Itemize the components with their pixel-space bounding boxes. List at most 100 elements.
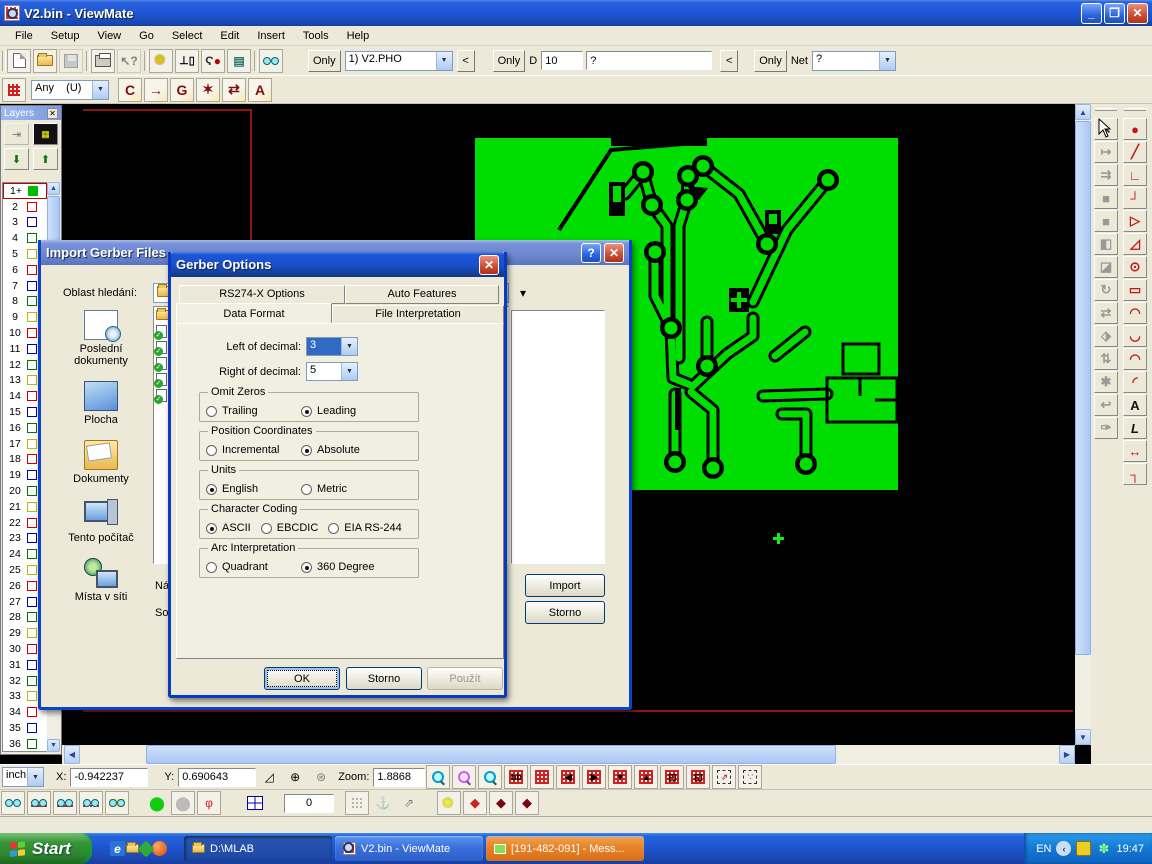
left-of-decimal-combo[interactable]: 3 ▼ bbox=[306, 337, 358, 356]
gerber-dialog-titlebar[interactable]: Gerber Options ✕ bbox=[171, 252, 504, 277]
flash-view-button[interactable]: ✺ bbox=[149, 49, 173, 73]
tool-button-left-11[interactable]: ✱ bbox=[1094, 371, 1118, 393]
menu-item-view[interactable]: View bbox=[88, 28, 130, 44]
gerber-icon-button[interactable]: G bbox=[170, 78, 194, 102]
quicklaunch-ie-icon[interactable]: e bbox=[110, 841, 125, 856]
grid-corner1-button[interactable]: ◰ bbox=[660, 765, 684, 789]
menu-item-file[interactable]: File bbox=[6, 28, 42, 44]
pan-left-button[interactable]: ◀ bbox=[556, 765, 580, 789]
chevron-down-icon[interactable]: ▼ bbox=[879, 52, 895, 70]
quicklaunch-green-icon[interactable] bbox=[138, 840, 155, 857]
anchor-button[interactable]: ⚓ bbox=[371, 791, 395, 815]
layer-row[interactable]: 36 bbox=[3, 736, 47, 752]
scroll-up-icon[interactable]: ▲ bbox=[47, 182, 60, 195]
radio-absolute[interactable]: Absolute bbox=[301, 444, 396, 456]
new-file-button[interactable] bbox=[7, 49, 31, 73]
minimize-button[interactable]: _ bbox=[1081, 3, 1102, 24]
draw-tool-button-11[interactable]: ◜ bbox=[1123, 371, 1147, 393]
right-of-decimal-combo[interactable]: 5 ▼ bbox=[306, 362, 358, 381]
highlight-on-button[interactable]: ⬤ bbox=[145, 791, 169, 815]
draw-tool-button-4[interactable]: ▷ bbox=[1123, 210, 1147, 232]
tray-collapse-icon[interactable]: ‹ bbox=[1056, 841, 1071, 856]
tab-data-format[interactable]: Data Format bbox=[176, 303, 332, 323]
probe-button[interactable]: ⊛ bbox=[309, 765, 333, 789]
chevron-down-icon[interactable]: ▼ bbox=[436, 52, 452, 70]
view-all-button[interactable] bbox=[1, 791, 25, 815]
text-icon-button[interactable]: A bbox=[248, 78, 272, 102]
pin-button[interactable]: φ bbox=[197, 791, 221, 815]
clamp-tool-button[interactable]: Ϛ● bbox=[201, 49, 225, 73]
tool-button-left-3[interactable]: ■ bbox=[1094, 187, 1118, 209]
grid-dcode-button[interactable]: bb bbox=[504, 765, 528, 789]
only-net-button[interactable]: Only bbox=[754, 50, 787, 72]
draw-tool-button-12[interactable]: A bbox=[1123, 394, 1147, 416]
filmstrip-button[interactable]: ▤ bbox=[227, 49, 251, 73]
tool-button-left-8[interactable]: ⇄ bbox=[1094, 302, 1118, 324]
chevron-down-icon[interactable]: ▼ bbox=[92, 81, 108, 99]
toolbox-grip[interactable] bbox=[1124, 108, 1146, 111]
context-help-button[interactable]: ↖? bbox=[117, 49, 141, 73]
radio-ebcdic[interactable]: EBCDIC bbox=[261, 522, 319, 534]
close-button[interactable]: ✕ bbox=[604, 243, 624, 263]
place-item-documents[interactable]: Dokumenty bbox=[53, 440, 149, 485]
radio-english[interactable]: English bbox=[206, 483, 301, 495]
chevron-down-icon[interactable]: ▼ bbox=[341, 363, 357, 380]
menu-item-go[interactable]: Go bbox=[130, 28, 163, 44]
crosshair-button[interactable]: ⊕ bbox=[283, 765, 307, 789]
swap-icon-button[interactable]: ⇄ bbox=[222, 78, 246, 102]
flash-mode-button[interactable]: ✺ bbox=[437, 791, 461, 815]
grid-dots-button[interactable] bbox=[345, 791, 369, 815]
place-item-my-computer[interactable]: Tento počítač bbox=[53, 499, 149, 544]
layer-down-button[interactable]: ⬇ bbox=[4, 148, 29, 170]
radio-quadrant[interactable]: Quadrant bbox=[206, 561, 301, 573]
menu-item-setup[interactable]: Setup bbox=[42, 28, 89, 44]
apply-button[interactable]: Použít bbox=[427, 667, 503, 690]
zoom-field[interactable]: 1.8868 bbox=[373, 768, 425, 787]
taskbar-task-0[interactable]: D:\MLAB bbox=[184, 836, 332, 861]
tool-button-left-4[interactable]: ■ bbox=[1094, 210, 1118, 232]
save-button[interactable] bbox=[59, 49, 83, 73]
grid-corner2-button[interactable]: ◱ bbox=[686, 765, 710, 789]
close-button[interactable]: ✕ bbox=[479, 255, 499, 275]
close-button[interactable]: ✕ bbox=[1127, 3, 1148, 24]
import-button[interactable]: Import bbox=[525, 574, 605, 597]
radio-leading[interactable]: Leading bbox=[301, 405, 396, 417]
only-layer-button[interactable]: Only bbox=[308, 50, 341, 72]
pan-down-button[interactable]: ▼ bbox=[608, 765, 632, 789]
tool-button-left-7[interactable]: ↻ bbox=[1094, 279, 1118, 301]
layers-panel-titlebar[interactable]: Layers ✕ bbox=[1, 106, 61, 120]
scroll-up-icon[interactable]: ▲ bbox=[1075, 104, 1091, 120]
pan-right-button[interactable]: ▶ bbox=[582, 765, 606, 789]
tab-file-interpretation[interactable]: File Interpretation bbox=[332, 305, 504, 325]
help-button[interactable]: ? bbox=[581, 243, 601, 263]
unit-combo[interactable]: inch ▼ bbox=[2, 767, 44, 787]
menu-item-help[interactable]: Help bbox=[338, 28, 379, 44]
chevron-down-icon[interactable]: ▼ bbox=[341, 338, 357, 355]
dcode-input[interactable]: 10 bbox=[541, 51, 583, 70]
tool-button-left-12[interactable]: ↩ bbox=[1094, 394, 1118, 416]
close-icon[interactable]: ✕ bbox=[47, 108, 58, 119]
menu-item-tools[interactable]: Tools bbox=[294, 28, 338, 44]
component-icon-button[interactable]: C bbox=[118, 78, 142, 102]
draw-tool-button-1[interactable]: ╱ bbox=[1123, 141, 1147, 163]
scroll-left-icon[interactable]: ◀ bbox=[64, 745, 80, 764]
draw-tool-button-14[interactable]: ↔ bbox=[1123, 440, 1147, 462]
net-combo[interactable]: ? ▼ bbox=[812, 51, 896, 71]
tool-button-left-5[interactable]: ◧ bbox=[1094, 233, 1118, 255]
horizontal-scrollbar[interactable]: ◀ ▶ bbox=[62, 745, 1075, 764]
menu-item-edit[interactable]: Edit bbox=[211, 28, 248, 44]
draw-tool-button-7[interactable]: ▭ bbox=[1123, 279, 1147, 301]
highlight-off-button[interactable]: ⬤ bbox=[171, 791, 195, 815]
menu-item-select[interactable]: Select bbox=[163, 28, 212, 44]
taskbar-task-1[interactable]: V2.bin - ViewMate bbox=[335, 836, 483, 861]
tool-button-left-2[interactable]: ⇉ bbox=[1094, 164, 1118, 186]
tab-rs274x-options[interactable]: RS274-X Options bbox=[179, 285, 345, 304]
view-options-button[interactable] bbox=[259, 49, 283, 73]
dcode-count-field[interactable]: 0 bbox=[284, 794, 334, 813]
tool-button-left-9[interactable]: ⬗ bbox=[1094, 325, 1118, 347]
place-item-recent-documents[interactable]: Poslední dokumenty bbox=[53, 310, 149, 367]
toolbox-grip[interactable] bbox=[1095, 108, 1117, 111]
draw-tool-button-10[interactable]: ◠ bbox=[1123, 348, 1147, 370]
layer-row[interactable]: 35 bbox=[3, 720, 47, 736]
measure-tool-button[interactable]: ⊥▯ bbox=[175, 49, 199, 73]
